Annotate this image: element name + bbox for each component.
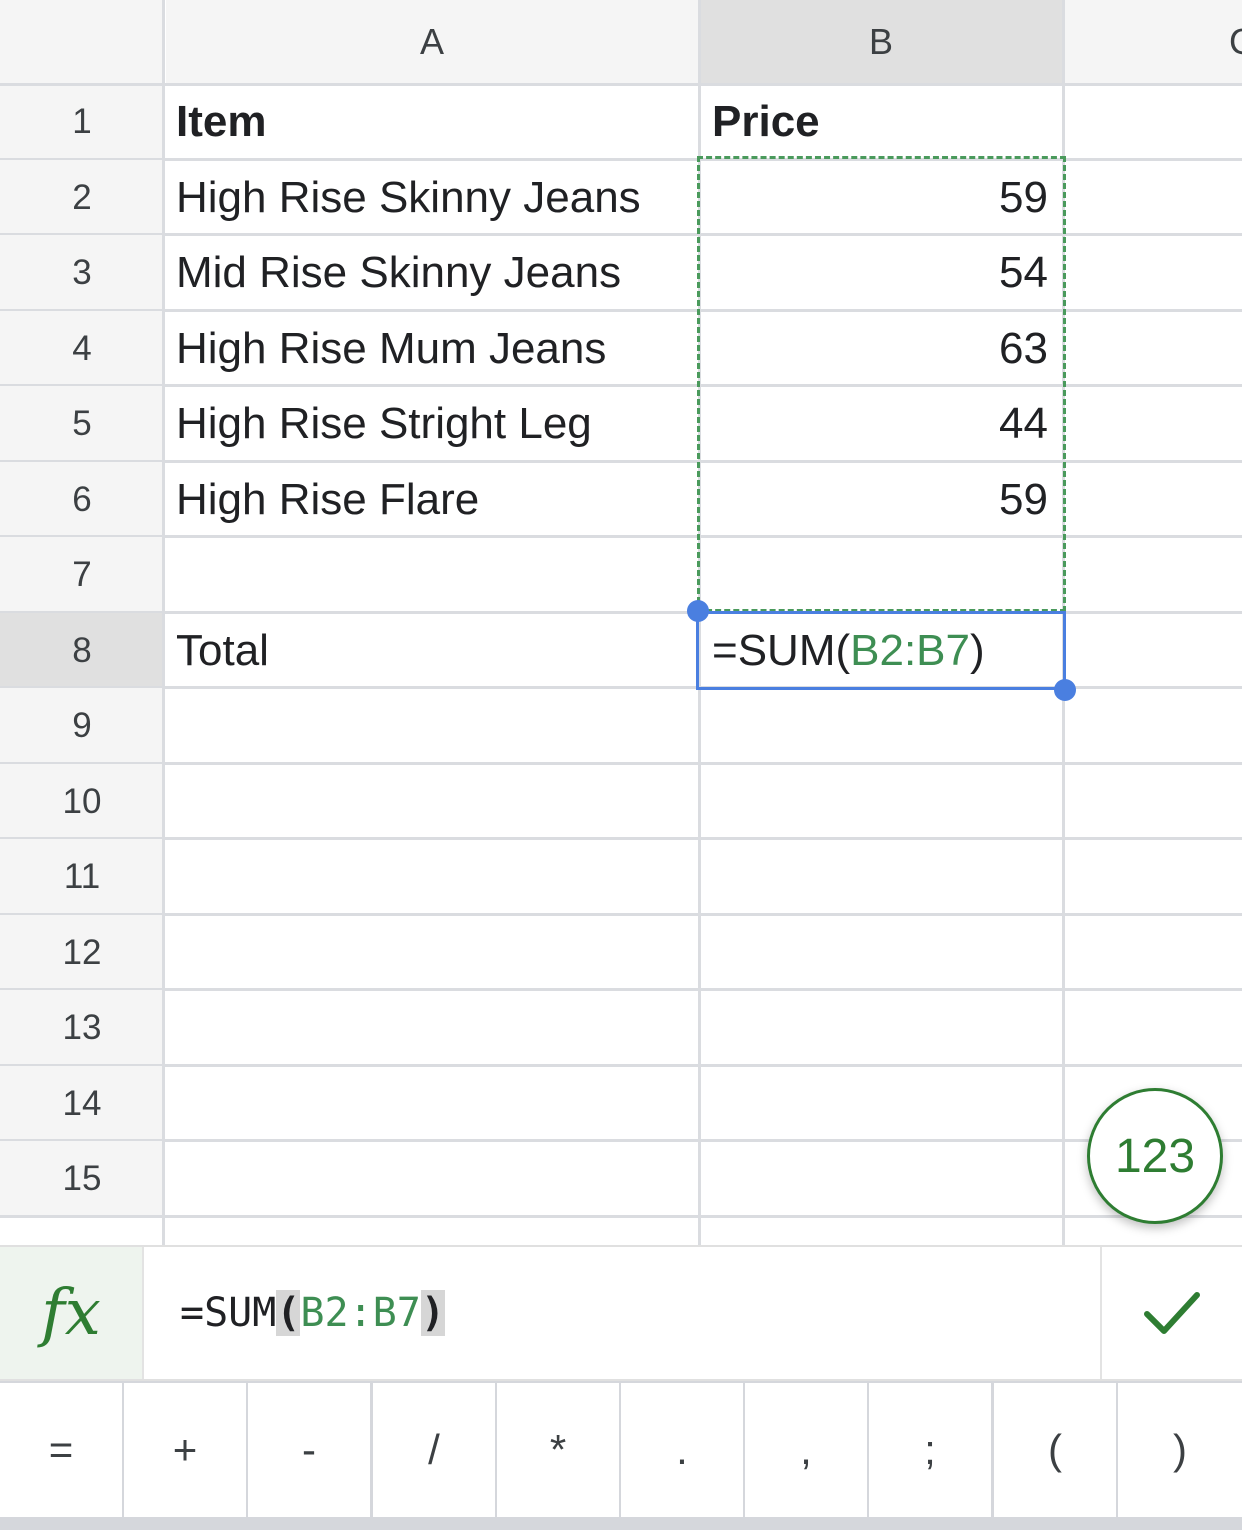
key-slash[interactable]: /	[373, 1383, 495, 1517]
key-asterisk[interactable]: *	[497, 1383, 619, 1517]
symbol-keyboard: = + - / *.,;()	[0, 1381, 1242, 1530]
number-keyboard-toggle-button[interactable]: 123	[1087, 1088, 1223, 1224]
column-header-a[interactable]: A	[166, 0, 698, 84]
row-header-8[interactable]: 8	[0, 613, 164, 688]
spreadsheet-grid[interactable]: A B C 1ItemPrice2High Rise Skinny Jeans5…	[0, 0, 1242, 1245]
column-header-b[interactable]: B	[700, 0, 1062, 84]
cell-b2[interactable]: 59	[700, 160, 1062, 235]
cell-a8[interactable]: Total	[166, 613, 698, 688]
cell-b10[interactable]	[700, 764, 1062, 839]
row-header-10[interactable]: 10	[0, 764, 164, 839]
row-header-11[interactable]: 11	[0, 839, 164, 915]
key-open-paren[interactable]: (	[994, 1383, 1116, 1517]
cell-a13[interactable]	[166, 990, 698, 1066]
active-cell-formula-suffix: )	[970, 626, 985, 675]
key-close-paren[interactable]: )	[1118, 1383, 1242, 1517]
formula-input[interactable]: =SUM(B2:B7)	[180, 1247, 445, 1379]
cell-b4[interactable]: 63	[700, 311, 1062, 386]
row-header-4[interactable]: 4	[0, 311, 164, 386]
row-header-3[interactable]: 3	[0, 235, 164, 311]
cell-b14[interactable]	[700, 1066, 1062, 1141]
key-comma[interactable]: ,	[745, 1383, 867, 1517]
select-all-corner[interactable]	[0, 0, 164, 84]
row-header-13[interactable]: 13	[0, 990, 164, 1066]
formula-range: B2:B7	[300, 1290, 421, 1336]
active-cell-formula-prefix: =SUM(	[712, 626, 851, 675]
row-header-2[interactable]: 2	[0, 160, 164, 235]
key-equals[interactable]: =	[0, 1383, 122, 1517]
confirm-button[interactable]	[1100, 1247, 1242, 1379]
cell-a3[interactable]: Mid Rise Skinny Jeans	[166, 235, 698, 311]
cell-a15[interactable]	[166, 1141, 698, 1217]
cell-b7[interactable]	[700, 537, 1062, 613]
active-cell-formula-range: B2:B7	[850, 626, 970, 675]
cell-a10[interactable]	[166, 764, 698, 839]
cell-b11[interactable]	[700, 839, 1062, 915]
row-header-15[interactable]: 15	[0, 1141, 164, 1217]
fx-icon[interactable]: fx	[0, 1247, 144, 1379]
formula-close-paren: )	[420, 1290, 445, 1336]
cell-b5[interactable]: 44	[700, 386, 1062, 462]
cell-b9[interactable]	[700, 688, 1062, 764]
cell-a2[interactable]: High Rise Skinny Jeans	[166, 160, 698, 235]
row-header-14[interactable]: 14	[0, 1066, 164, 1141]
cell-b6[interactable]: 59	[700, 462, 1062, 537]
cell-a9[interactable]	[166, 688, 698, 764]
row-header-9[interactable]: 9	[0, 688, 164, 764]
row-header-1[interactable]: 1	[0, 84, 164, 160]
key-semicolon[interactable]: ;	[869, 1383, 991, 1517]
cell-a6[interactable]: High Rise Flare	[166, 462, 698, 537]
row-header-6[interactable]: 6	[0, 462, 164, 537]
selection-handle-bottom-right[interactable]	[1054, 679, 1076, 701]
cell-a7[interactable]	[166, 537, 698, 613]
cell-b12[interactable]	[700, 915, 1062, 990]
cell-b13[interactable]	[700, 990, 1062, 1066]
row-header-12[interactable]: 12	[0, 915, 164, 990]
fx-label: fx	[41, 1276, 101, 1350]
key-plus[interactable]: +	[124, 1383, 246, 1517]
selection-handle-top-left[interactable]	[687, 600, 709, 622]
formula-open-paren: (	[276, 1290, 301, 1336]
cell-b1[interactable]: Price	[700, 84, 1062, 160]
key-period[interactable]: .	[621, 1383, 743, 1517]
cell-a14[interactable]	[166, 1066, 698, 1141]
cell-a12[interactable]	[166, 915, 698, 990]
cell-b15[interactable]	[700, 1141, 1062, 1217]
row-header-7[interactable]: 7	[0, 537, 164, 613]
cell-a5[interactable]: High Rise Stright Leg	[166, 386, 698, 462]
check-icon	[1144, 1292, 1200, 1334]
column-header-c[interactable]: C	[1065, 0, 1242, 84]
active-cell-b8[interactable]: =SUM(B2:B7)	[700, 614, 1062, 688]
formula-bar: fx =SUM(B2:B7)	[0, 1245, 1242, 1381]
row-header-5[interactable]: 5	[0, 386, 164, 462]
key-minus[interactable]: -	[248, 1383, 370, 1517]
cell-a1[interactable]: Item	[166, 84, 698, 160]
cell-b3[interactable]: 54	[700, 235, 1062, 311]
formula-function: =SUM	[180, 1290, 277, 1336]
cell-a4[interactable]: High Rise Mum Jeans	[166, 311, 698, 386]
cell-a11[interactable]	[166, 839, 698, 915]
